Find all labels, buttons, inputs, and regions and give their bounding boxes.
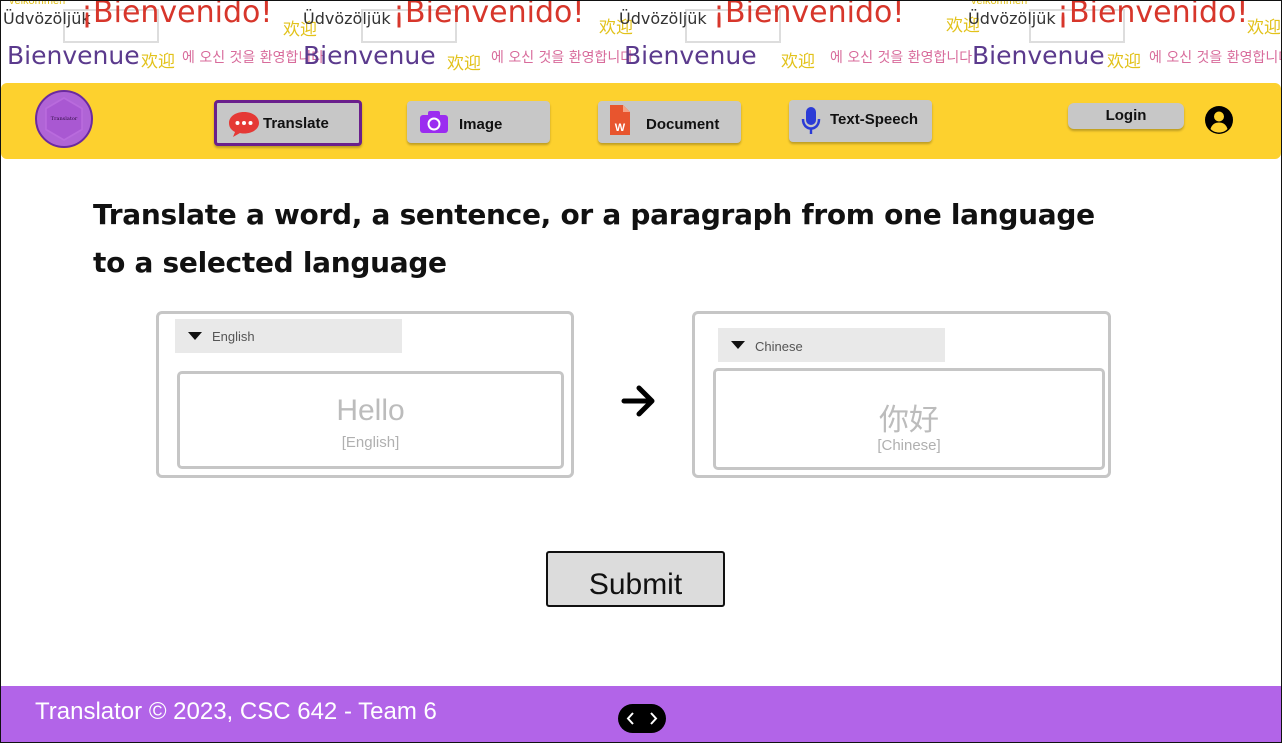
- navbar: Translator Translate Image W Document Te…: [1, 83, 1281, 159]
- target-panel: Chinese 你好 [Chinese]: [692, 311, 1111, 478]
- banner-spanish: ¡Bienvenido!: [393, 1, 585, 30]
- app-logo[interactable]: Translator: [35, 90, 93, 148]
- camera-icon: [419, 110, 449, 138]
- nav-image-label: Image: [459, 116, 503, 133]
- banner-chinese: 欢迎: [141, 52, 175, 72]
- banner-korean: 에 오신 것을 환영합니다: [491, 50, 634, 66]
- page-heading: Translate a word, a sentence, or a parag…: [93, 198, 1095, 279]
- submit-button[interactable]: Submit: [546, 551, 725, 607]
- source-language-label: English: [212, 329, 255, 344]
- source-text-input[interactable]: Hello [English]: [177, 371, 564, 469]
- speech-bubble-icon: [228, 110, 260, 142]
- nav-text-speech-button[interactable]: Text-Speech: [789, 100, 932, 142]
- caret-down-icon: [188, 332, 202, 340]
- banner-hungarian: Üdvözöljük: [303, 9, 391, 28]
- target-language-select[interactable]: Chinese: [718, 328, 945, 362]
- banner-chinese: 欢迎: [1107, 52, 1141, 72]
- target-text: 你好: [879, 404, 939, 437]
- footer-copyright: Translator © 2023, CSC 642 - Team 6: [35, 698, 437, 725]
- target-text-output[interactable]: 你好 [Chinese]: [713, 368, 1105, 470]
- word-document-icon: W: [609, 104, 631, 140]
- banner-french: Bienvenue: [972, 41, 1105, 70]
- chevron-right-icon[interactable]: [642, 704, 666, 733]
- caret-down-icon: [731, 341, 745, 349]
- nav-text-speech-label: Text-Speech: [830, 111, 919, 128]
- nav-document-button[interactable]: W Document: [598, 101, 741, 143]
- nav-translate-button[interactable]: Translate: [214, 100, 362, 146]
- source-text: Hello: [336, 394, 405, 427]
- source-language-select[interactable]: English: [175, 319, 402, 353]
- banner-spanish: ¡Bienvenido!: [1057, 1, 1249, 30]
- user-circle-icon[interactable]: [1204, 105, 1234, 135]
- app-frame: velkommen velkommen Üdvözöljük ¡Bienveni…: [0, 0, 1282, 743]
- nav-translate-label: Translate: [263, 115, 329, 132]
- banner-french: Bienvenue: [624, 41, 757, 70]
- arrow-right-icon: [619, 381, 659, 421]
- banner-french: Bienvenue: [7, 41, 140, 70]
- nav-document-label: Document: [646, 116, 720, 133]
- banner-spanish: ¡Bienvenido!: [713, 1, 905, 30]
- target-language-label: Chinese: [755, 339, 803, 354]
- nav-image-button[interactable]: Image: [407, 101, 550, 143]
- pager: [618, 704, 666, 733]
- target-language-tag: [Chinese]: [877, 437, 941, 454]
- footer: Translator © 2023, CSC 642 - Team 6: [1, 686, 1281, 742]
- source-language-tag: [English]: [341, 434, 400, 451]
- banner-small-text: velkommen: [9, 1, 66, 7]
- banner-small-text: velkommen: [971, 1, 1028, 7]
- banner-french: Bienvenue: [303, 41, 436, 70]
- login-button[interactable]: Login: [1068, 103, 1184, 129]
- chevron-left-icon[interactable]: [618, 704, 642, 733]
- banner-hungarian: Üdvözöljük: [3, 9, 91, 28]
- welcome-banner: velkommen velkommen Üdvözöljük ¡Bienveni…: [1, 1, 1281, 83]
- banner-korean: 에 오신 것을 환영합니다: [1149, 50, 1281, 66]
- svg-text:W: W: [615, 122, 626, 134]
- banner-chinese: 欢迎: [1247, 18, 1281, 38]
- banner-hungarian: Üdvözöljük: [968, 9, 1056, 28]
- source-panel: English Hello [English]: [156, 311, 574, 478]
- logo-text: Translator: [50, 116, 78, 122]
- banner-korean: 에 오신 것을 환영합니다: [830, 50, 973, 66]
- banner-hungarian: Üdvözöljük: [619, 9, 707, 28]
- banner-spanish: ¡Bienvenido!: [81, 1, 273, 30]
- microphone-icon: [801, 106, 821, 140]
- banner-chinese: 欢迎: [447, 54, 481, 74]
- banner-chinese: 欢迎: [781, 52, 815, 72]
